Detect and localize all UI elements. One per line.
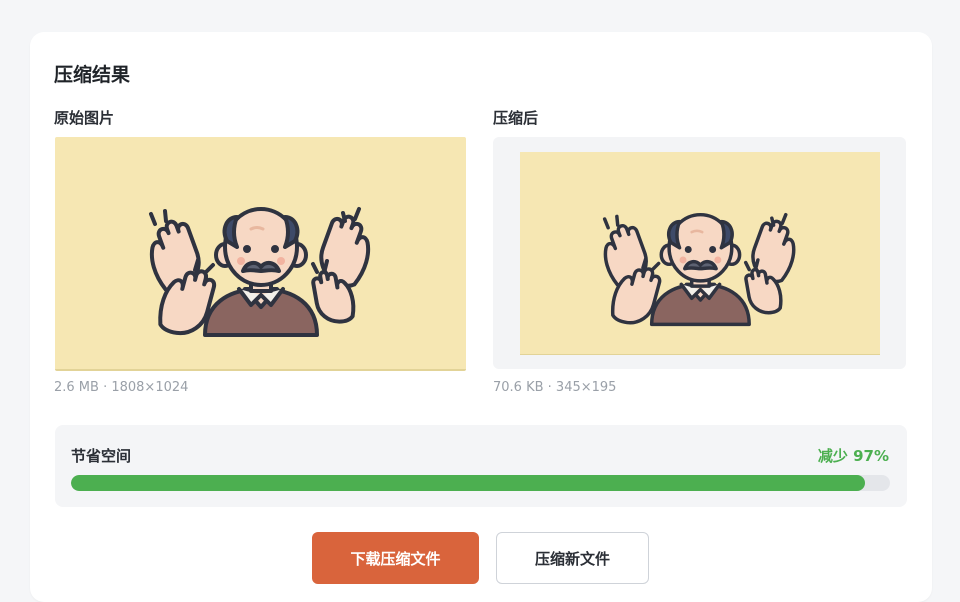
original-image-meta: 2.6 MB · 1808×1024 [54, 380, 189, 395]
page-title: 压缩结果 [54, 64, 131, 86]
space-saved-panel: 节省空间 减少 97% [55, 425, 907, 507]
original-image-label: 原始图片 [54, 109, 115, 127]
download-compressed-button[interactable]: 下载压缩文件 [312, 532, 479, 584]
compressed-image-meta: 70.6 KB · 345×195 [493, 380, 617, 395]
compressed-image-preview [520, 152, 880, 355]
old-man-clapping-illustration [139, 207, 381, 342]
savings-progress-fill [71, 475, 866, 491]
original-image-preview [55, 137, 466, 371]
old-man-clapping-illustration [594, 212, 805, 331]
savings-progress-bar [71, 475, 890, 491]
compress-new-file-button[interactable]: 压缩新文件 [496, 532, 649, 584]
compression-result-card: 压缩结果 原始图片 压缩后 2.6 MB · 1808×1024 70.6 KB… [30, 32, 932, 602]
space-saved-percent: 减少 97% [817, 447, 889, 465]
compressed-image-label: 压缩后 [493, 109, 539, 127]
space-saved-label: 节省空间 [71, 447, 132, 465]
compressed-image-frame [493, 137, 906, 369]
